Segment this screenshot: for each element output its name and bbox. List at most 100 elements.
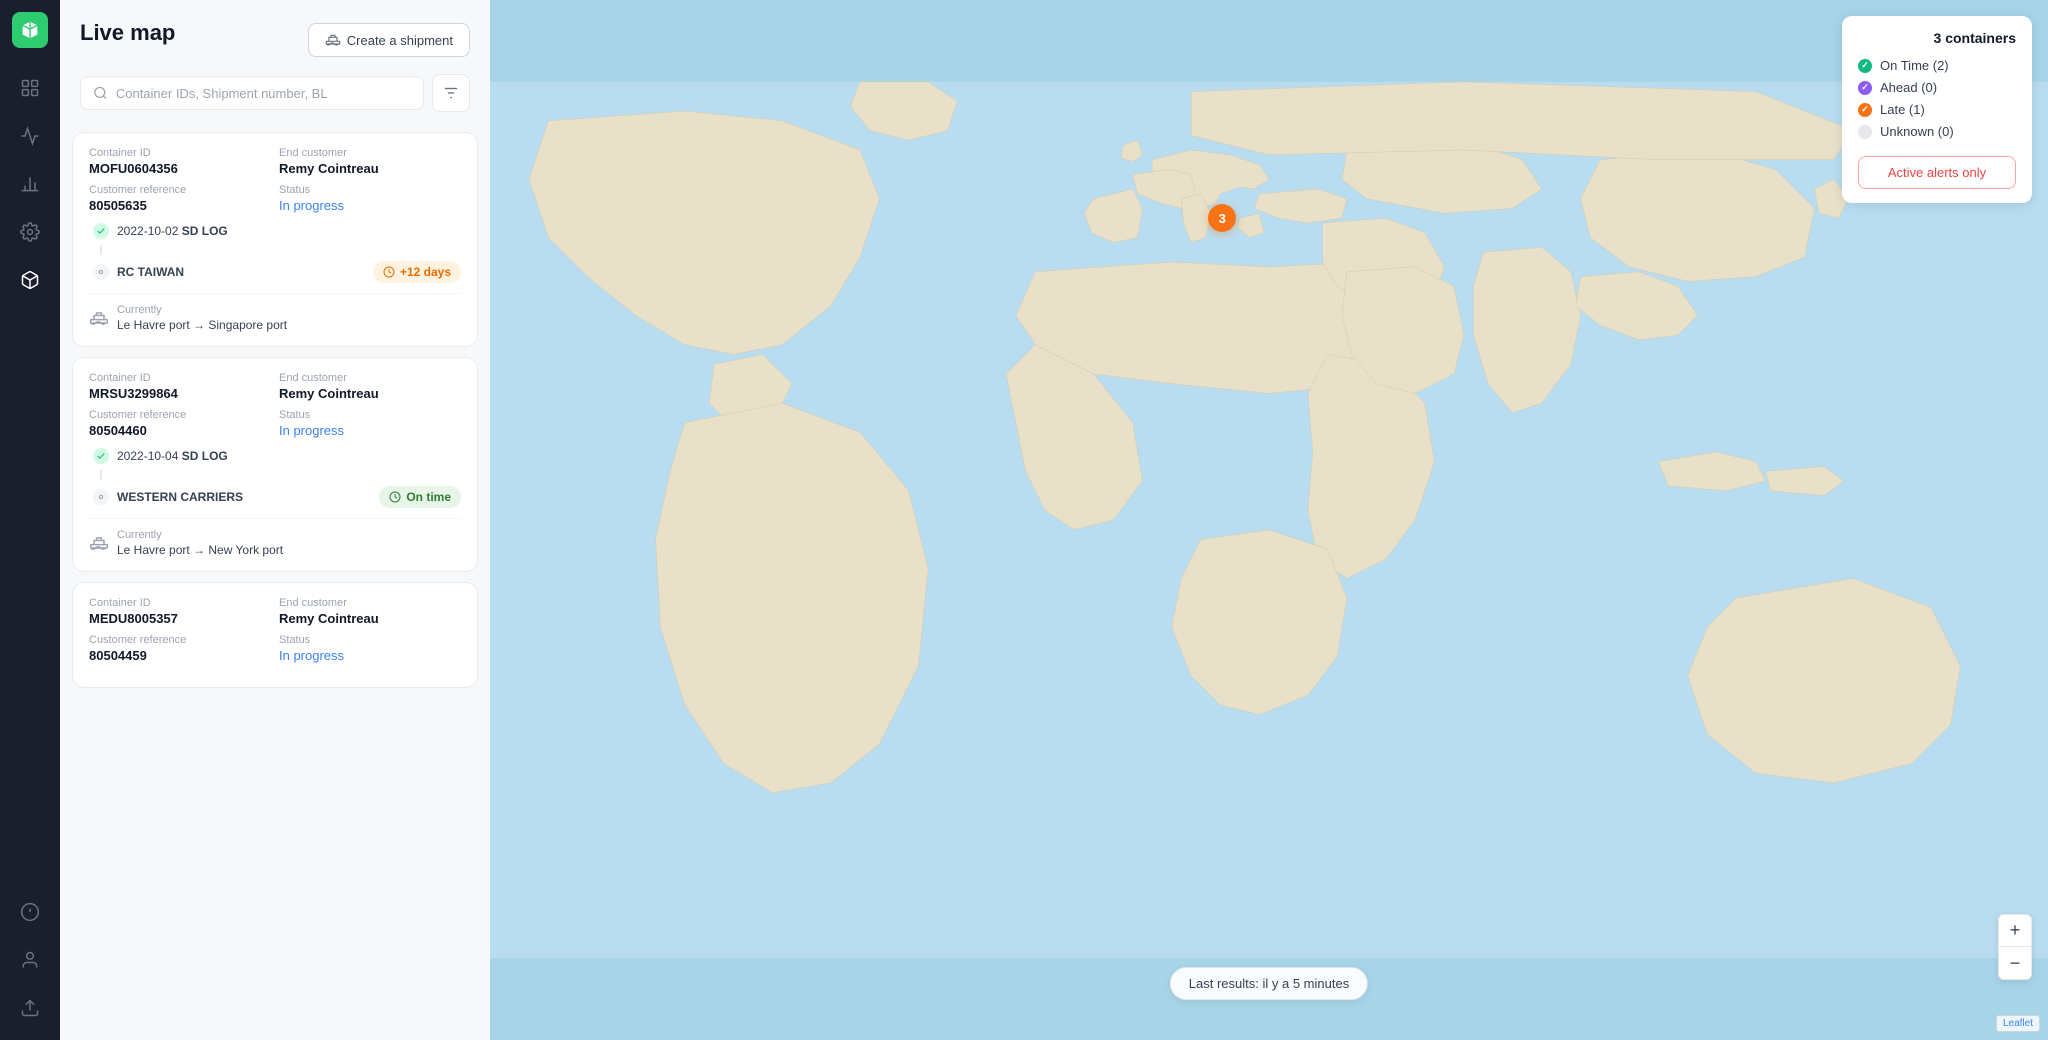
timeline-end-1: RC TAIWAN +12 days [93, 261, 461, 283]
timeline-start-2: 2022-10-04 SD LOG [93, 448, 461, 464]
end-customer-field-2: End customer Remy Cointreau [279, 372, 461, 401]
status-value-3: In progress [279, 648, 461, 663]
ship-route-icon-1 [89, 308, 109, 328]
status-field-3: Status In progress [279, 634, 461, 663]
container-id-value-1: MOFU0604356 [89, 161, 271, 176]
legend-dot-late: ✓ [1858, 103, 1872, 117]
world-map [490, 0, 2048, 1040]
app-logo[interactable] [12, 12, 48, 48]
sidebar [0, 0, 60, 1040]
status-badge-1: +12 days [373, 261, 461, 283]
container-id-field-2: Container ID MRSU3299864 [89, 372, 271, 401]
sidebar-item-info[interactable] [10, 892, 50, 932]
customer-ref-label-3: Customer reference [89, 634, 271, 646]
customer-ref-label-1: Customer reference [89, 184, 271, 196]
timeline-dot-end-1 [93, 264, 109, 280]
shipment-card-3[interactable]: Container ID MEDU8005357 End customer Re… [72, 582, 478, 688]
search-input[interactable] [116, 86, 411, 101]
end-customer-value-2: Remy Cointreau [279, 386, 461, 401]
container-id-label-1: Container ID [89, 147, 271, 159]
filter-button[interactable] [432, 74, 470, 112]
status-value-1: In progress [279, 198, 461, 213]
search-row [80, 74, 470, 112]
timeline-end-2: WESTERN CARRIERS On time [93, 486, 461, 508]
end-customer-label-1: End customer [279, 147, 461, 159]
container-id-field-3: Container ID MEDU8005357 [89, 597, 271, 626]
timeline-connector-1 [100, 245, 102, 255]
timeline-connector-2 [100, 470, 102, 480]
containers-count-title: 3 containers [1858, 30, 2016, 46]
sidebar-item-upload[interactable] [10, 988, 50, 1028]
container-id-value-2: MRSU3299864 [89, 386, 271, 401]
left-panel: Live map Create a shipment [60, 0, 490, 1040]
customer-ref-field-2: Customer reference 80504460 [89, 409, 271, 438]
clock-icon-1 [383, 266, 395, 278]
panel-header: Live map Create a shipment [60, 0, 490, 124]
last-results-text: Last results: il y a 5 minutes [1189, 976, 1349, 991]
card-timeline-2: 2022-10-04 SD LOG WESTERN CARRIERS On ti… [89, 448, 461, 508]
end-customer-field-3: End customer Remy Cointreau [279, 597, 461, 626]
zoom-out-button[interactable]: − [1999, 947, 2031, 979]
end-customer-field-1: End customer Remy Cointreau [279, 147, 461, 176]
map-area[interactable]: 3 3 containers ✓ On Time (2) ✓ Ahead (0)… [490, 0, 2048, 1040]
customer-ref-field-1: Customer reference 80505635 [89, 184, 271, 213]
shipment-card-1[interactable]: Container ID MOFU0604356 End customer Re… [72, 132, 478, 347]
zoom-in-button[interactable]: + [1999, 915, 2031, 947]
status-field-2: Status In progress [279, 409, 461, 438]
clock-icon-2 [389, 491, 401, 503]
currently-value-1: Le Havre port → Singapore port [117, 318, 287, 332]
filter-icon [442, 84, 460, 102]
timeline-start-text-1: 2022-10-02 SD LOG [117, 224, 228, 238]
status-label-2: Status [279, 409, 461, 421]
legend-label-on-time: On Time (2) [1880, 58, 1949, 73]
ship-icon [325, 32, 341, 48]
search-box[interactable] [80, 76, 424, 110]
legend-label-late: Late (1) [1880, 102, 1925, 117]
status-label-3: Status [279, 634, 461, 646]
legend-item-unknown[interactable]: Unknown (0) [1858, 124, 2016, 139]
legend-item-on-time[interactable]: ✓ On Time (2) [1858, 58, 2016, 73]
container-id-label-2: Container ID [89, 372, 271, 384]
end-customer-label-2: End customer [279, 372, 461, 384]
timeline-end-text-2: WESTERN CARRIERS [117, 490, 243, 504]
sidebar-item-package[interactable] [10, 260, 50, 300]
timeline-dot-start-1 [93, 223, 109, 239]
card-timeline-1: 2022-10-02 SD LOG RC TAIWAN +12 days [89, 223, 461, 283]
sidebar-item-bar-chart[interactable] [10, 164, 50, 204]
legend-label-ahead: Ahead (0) [1880, 80, 1937, 95]
status-badge-2: On time [379, 486, 461, 508]
leaflet-attribution: Leaflet [1996, 1015, 2040, 1032]
sidebar-item-dashboard[interactable] [10, 68, 50, 108]
currently-label-2: Currently [117, 529, 283, 541]
end-customer-value-3: Remy Cointreau [279, 611, 461, 626]
customer-ref-field-3: Customer reference 80504459 [89, 634, 271, 663]
container-id-field-1: Container ID MOFU0604356 [89, 147, 271, 176]
customer-ref-value-1: 80505635 [89, 198, 271, 213]
create-shipment-button[interactable]: Create a shipment [308, 23, 470, 57]
customer-ref-value-3: 80504459 [89, 648, 271, 663]
legend-item-late[interactable]: ✓ Late (1) [1858, 102, 2016, 117]
zoom-controls: + − [1998, 914, 2032, 980]
search-icon [93, 85, 108, 101]
sidebar-item-analytics[interactable] [10, 116, 50, 156]
sidebar-item-settings[interactable] [10, 212, 50, 252]
page-title: Live map [80, 20, 175, 46]
timeline-dot-end-2 [93, 489, 109, 505]
ship-route-icon-2 [89, 533, 109, 553]
shipment-card-2[interactable]: Container ID MRSU3299864 End customer Re… [72, 357, 478, 572]
map-pin-count: 3 [1219, 211, 1226, 226]
card-currently-2: Currently Le Havre port → New York port [89, 518, 461, 557]
sidebar-item-user[interactable] [10, 940, 50, 980]
timeline-dot-start-2 [93, 448, 109, 464]
currently-value-2: Le Havre port → New York port [117, 543, 283, 557]
active-alerts-button[interactable]: Active alerts only [1858, 156, 2016, 189]
end-customer-label-3: End customer [279, 597, 461, 609]
timeline-start-text-2: 2022-10-04 SD LOG [117, 449, 228, 463]
map-cluster-pin[interactable]: 3 [1208, 204, 1236, 232]
container-id-value-3: MEDU8005357 [89, 611, 271, 626]
timeline-start-1: 2022-10-02 SD LOG [93, 223, 461, 239]
legend-item-ahead[interactable]: ✓ Ahead (0) [1858, 80, 2016, 95]
customer-ref-label-2: Customer reference [89, 409, 271, 421]
customer-ref-value-2: 80504460 [89, 423, 271, 438]
status-value-2: In progress [279, 423, 461, 438]
